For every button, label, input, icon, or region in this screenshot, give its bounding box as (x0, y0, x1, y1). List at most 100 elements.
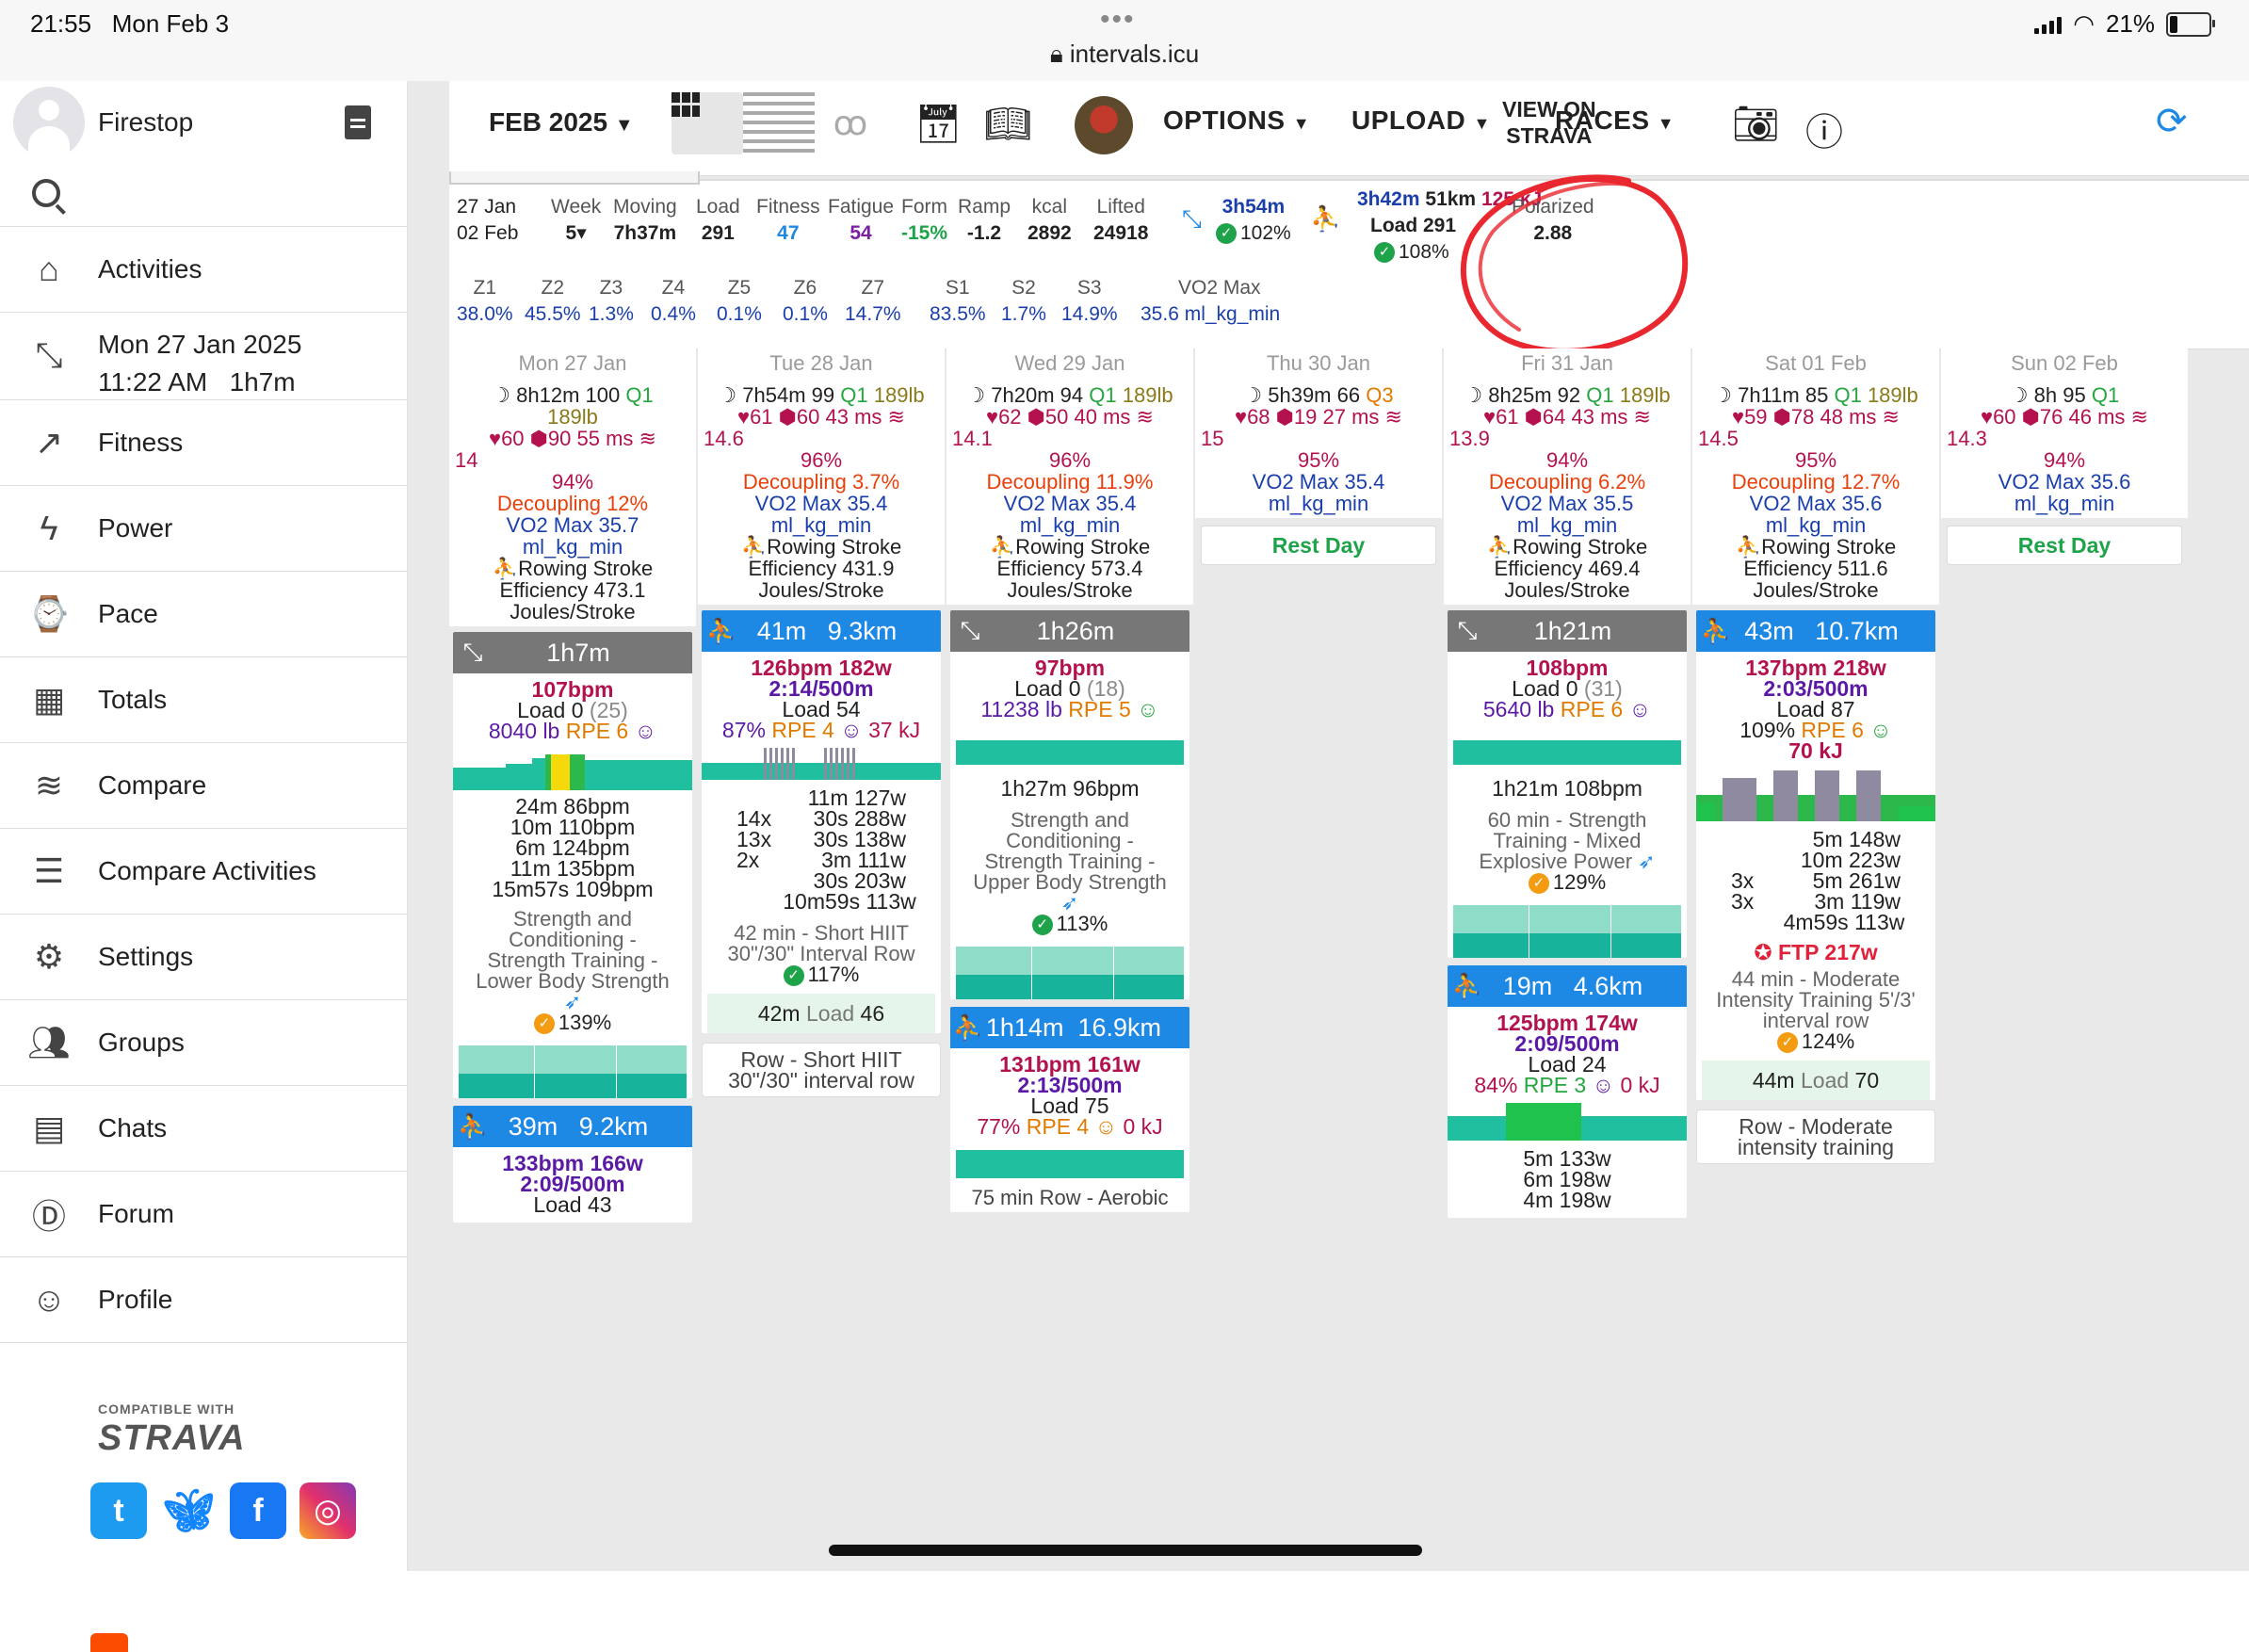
day-header[interactable]: Sun 02 Feb (1941, 348, 2188, 379)
search-icon[interactable] (32, 179, 60, 207)
day-header[interactable]: Thu 30 Jan (1195, 348, 1442, 379)
activity-card[interactable]: ⛹ 41m 9.3km 126bpm 182w 2:14/500m Load 54… (702, 610, 941, 1034)
strava-link-icon[interactable]: ➶ (1638, 850, 1655, 873)
plan-book-icon[interactable]: 📖︎ (984, 102, 1032, 146)
facebook-icon[interactable]: f (230, 1482, 286, 1539)
avatar[interactable] (13, 87, 85, 158)
athlete-avatar[interactable] (1075, 96, 1133, 154)
bluesky-icon[interactable]: 🦋︎ (160, 1482, 217, 1539)
sidebar-item-groups[interactable]: 👥︎ Groups (0, 999, 407, 1085)
rowing-icon: ⛹ (740, 535, 768, 559)
sidebar-item-current-activity[interactable]: ⤡ Mon 27 Jan 2025 11:22 AM 1h7m (0, 312, 407, 399)
power-chart (702, 748, 941, 780)
sidebar-item-totals[interactable]: ▦ Totals (0, 656, 407, 742)
sidebar-item-chats[interactable]: ▤ Chats (0, 1085, 407, 1171)
moon-icon: ☽ (2009, 383, 2029, 407)
wellness-summary[interactable]: ☽ 8h 95 Q1 ♥60 ⬢76 46 ms ≋ 14.3 94% VO2 … (1941, 379, 2188, 518)
hrv-icon: ⬢ (1524, 405, 1543, 429)
activity-card[interactable]: ⛹ 39m 9.2km 133bpm 166w 2:09/500m Load 43 (453, 1106, 692, 1223)
activity-card[interactable]: ⛹ 1h14m 16.9km 131bpm 161w 2:13/500m Load… (950, 1007, 1189, 1213)
camera-icon[interactable]: 📷︎ (1732, 102, 1780, 146)
sidebar-item-fitness[interactable]: ↗ Fitness (0, 399, 407, 485)
wellness-summary[interactable]: ☽ 7h54m 99 Q1 189lb ♥61 ⬢60 43 ms ≋ 14.6… (698, 379, 945, 605)
activity-card[interactable]: ⛹ 19m 4.6km 125bpm 174w 2:09/500m Load 24… (1448, 965, 1687, 1219)
chat-icon: ▤ (32, 1109, 65, 1147)
lifted: Lifted 24918 (1093, 196, 1149, 244)
lungs-icon: ≋ (1882, 405, 1900, 429)
activity-card[interactable]: ⤡ 1h26m 97bpm Load 0 (18) 11238 lb RPE 5 … (950, 610, 1189, 1000)
zone-s1: S1 83.5% (930, 277, 986, 325)
sidebar-item-label: Power (98, 513, 173, 543)
month-selector[interactable]: FEB 2025 ▼ (489, 107, 634, 138)
strength-total: 3h54m ✓ 102% (1216, 194, 1291, 247)
sidebar-item-label: Totals (98, 685, 168, 714)
grid-view-button[interactable] (671, 92, 743, 154)
help-icon[interactable]: ⓘ (1805, 102, 1843, 156)
forum-icon: Ⓓ (31, 1197, 66, 1236)
sidebar-item-compare[interactable]: ≋ Compare (0, 742, 407, 828)
wellness-summary[interactable]: ☽ 8h25m 92 Q1 189lb ♥61 ⬢64 43 ms ≋ 13.9… (1444, 379, 1691, 605)
wellness-summary[interactable]: ☽ 8h12m 100 Q1 189lb ♥60 ⬢90 55 ms ≋ 14 … (449, 379, 696, 626)
zone-z2: Z2 45.5% (525, 277, 581, 325)
instagram-icon[interactable]: ◎ (299, 1482, 356, 1539)
sidebar-item-profile[interactable]: ☺ Profile (0, 1256, 407, 1343)
day-header[interactable]: Wed 29 Jan (947, 348, 1193, 379)
add-calendar-icon[interactable]: 📅︎ (914, 102, 963, 146)
wellness-summary[interactable]: ☽ 7h11m 85 Q1 189lb ♥59 ⬢78 48 ms ≋ 14.5… (1692, 379, 1939, 605)
day-header[interactable]: Mon 27 Jan (449, 348, 696, 379)
rowing-icon: ⛹ (1700, 616, 1732, 645)
zone-bars (459, 1045, 687, 1099)
rowing-icon: ⛹ (1451, 971, 1483, 1000)
upload-menu[interactable]: UPLOAD ▼ (1351, 105, 1491, 136)
lungs-icon: ≋ (639, 427, 656, 450)
route-icon: ꝏ (833, 104, 868, 142)
strava-link-icon[interactable]: ➶ (459, 992, 687, 1012)
wellness-summary[interactable]: ☽ 7h20m 94 Q1 189lb ♥62 ⬢50 40 ms ≋ 14.1… (947, 379, 1193, 605)
sidebar-item-pace[interactable]: ⌚ Pace (0, 571, 407, 656)
sidebar-item-settings[interactable]: ⚙ Settings (0, 914, 407, 999)
url-bar[interactable]: 🔒︎ intervals.icu (0, 40, 2249, 70)
smiley-icon: ☺ (1094, 1114, 1118, 1140)
workout-note[interactable]: Row - Short HIIT 30"/30" interval row (702, 1043, 941, 1098)
workout-note[interactable]: Row - Moderate intensity training (1696, 1109, 1935, 1165)
day-header[interactable]: Sat 01 Feb (1692, 348, 1939, 379)
check-icon: ✓ (533, 1013, 555, 1035)
multitask-dots[interactable]: ••• (1100, 4, 1136, 36)
twitter-icon[interactable]: t (90, 1482, 147, 1539)
list-view-button[interactable] (743, 92, 815, 154)
hrv-icon: ⬢ (778, 405, 797, 429)
view-on-strava-button[interactable]: VIEW ON STRAVA (1502, 96, 1596, 149)
zone-z6: Z6 0.1% (783, 277, 828, 325)
caret-down-icon: ▼ (1473, 114, 1491, 133)
activity-duration: 1h7m (546, 638, 610, 667)
wellness-summary[interactable]: ☽ 5h39m 66 Q3 ♥68 ⬢19 27 ms ≋ 15 95% VO2… (1195, 379, 1442, 518)
gear-icon: ⚙ (33, 937, 65, 976)
sidebar-item-activities[interactable]: ⌂ Activities (0, 226, 407, 312)
check-icon: ✓ (1776, 1032, 1798, 1054)
document-icon[interactable] (345, 105, 371, 139)
strava-link-icon[interactable]: ➶ (956, 893, 1184, 914)
activity-card[interactable]: ⤡ 1h7m 107bpm Load 0 (25) 8040 lb RPE 6 ☺… (453, 632, 692, 1099)
week-number[interactable]: Week 5▾ (551, 194, 601, 247)
activity-card[interactable]: ⤡ 1h21m 108bpm Load 0 (31) 5640 lb RPE 6 … (1448, 610, 1687, 959)
rest-day-badge[interactable]: Rest Day (1947, 526, 2182, 565)
day-header[interactable]: Fri 31 Jan (1444, 348, 1691, 379)
day-header[interactable]: Tue 28 Jan (698, 348, 945, 379)
home-indicator[interactable] (829, 1545, 1422, 1556)
activity-card[interactable]: ⛹ 43m 10.7km 137bpm 218w 2:03/500m Load 8… (1696, 610, 1935, 1101)
route-view-button[interactable]: ꝏ (815, 92, 886, 154)
power-chart (956, 1150, 1184, 1179)
strava-icon[interactable] (90, 1633, 128, 1652)
options-menu[interactable]: OPTIONS ▼ (1163, 105, 1310, 136)
ramp: Ramp -1.2 (958, 196, 1011, 244)
user-name[interactable]: Firestop (98, 107, 193, 138)
sidebar-item-forum[interactable]: Ⓓ Forum (0, 1171, 407, 1256)
sidebar-item-compare-activities[interactable]: ☰ Compare Activities (0, 828, 407, 914)
sidebar-item-label: Compare Activities (98, 856, 316, 885)
moon-icon: ☽ (966, 383, 986, 407)
sidebar-item-power[interactable]: ϟ Power (0, 485, 407, 571)
refresh-icon[interactable]: ⟳ (2156, 100, 2188, 143)
rest-day-badge[interactable]: Rest Day (1201, 526, 1436, 565)
hrv-icon: ⬢ (529, 427, 548, 450)
user-row[interactable]: Firestop (0, 81, 407, 166)
